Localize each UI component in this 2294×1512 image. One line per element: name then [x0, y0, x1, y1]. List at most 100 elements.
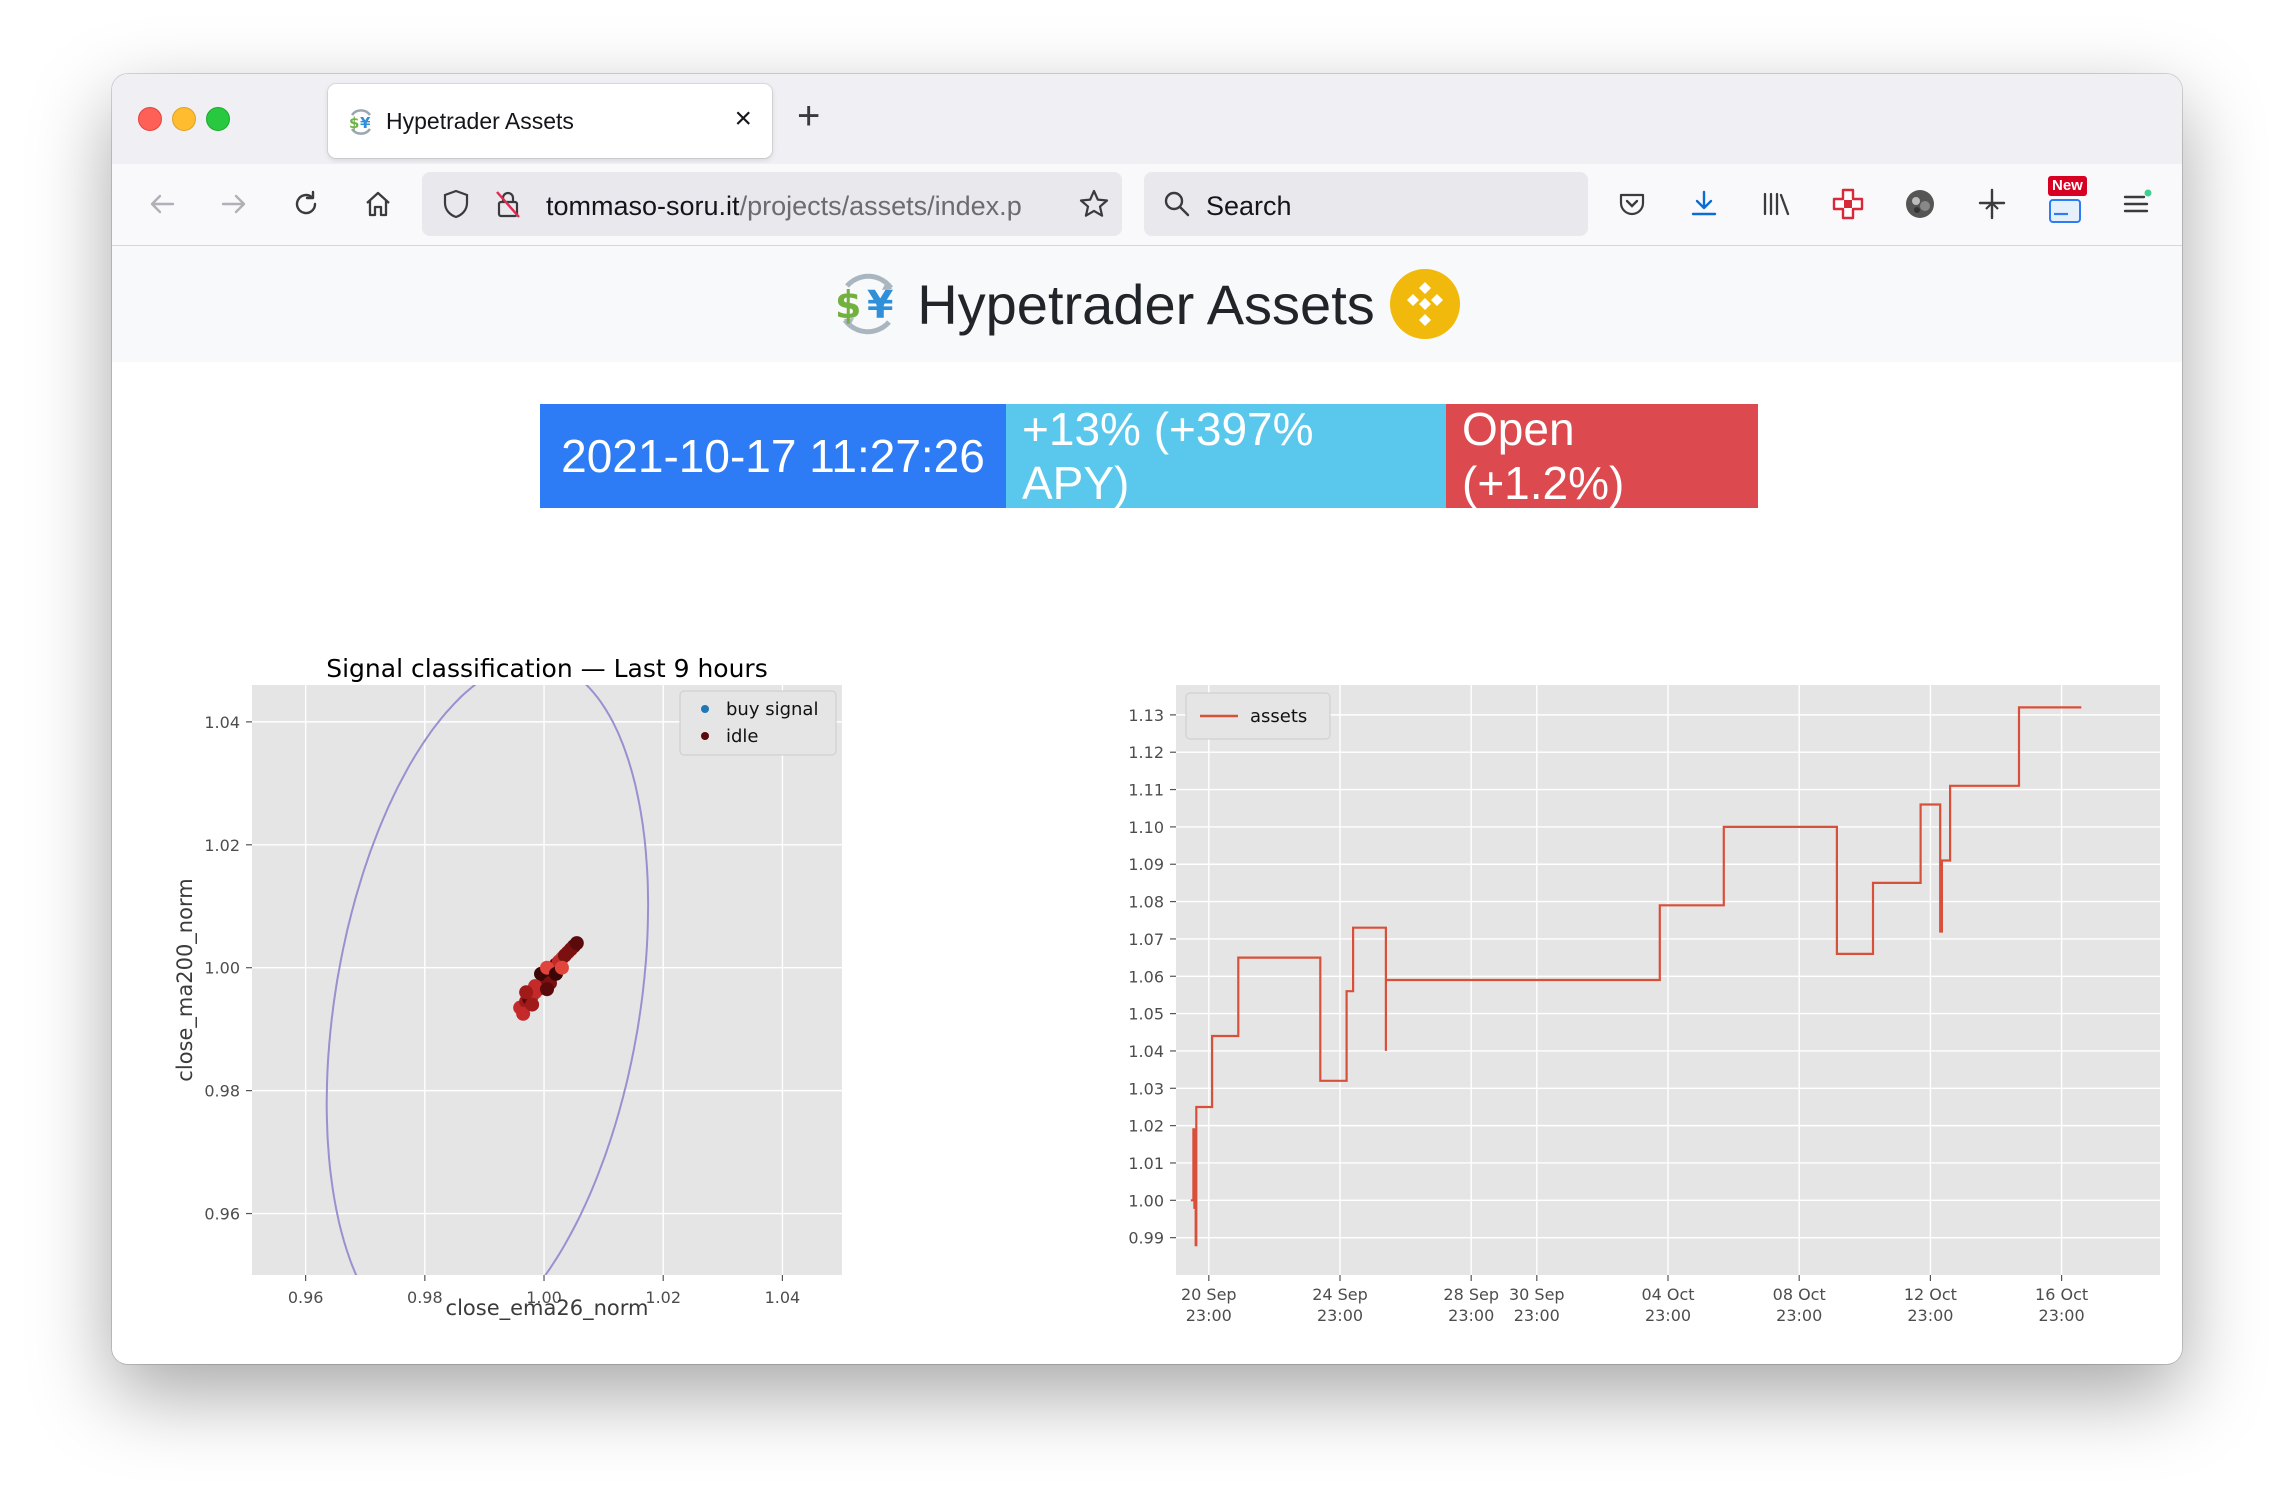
scatter-point-idle — [519, 985, 534, 1000]
x-tick-sublabel: 23:00 — [1448, 1306, 1494, 1321]
x-tick-label: 20 Sep — [1181, 1285, 1237, 1304]
window-maximize-button[interactable] — [206, 107, 230, 131]
legend-label-assets: assets — [1250, 706, 1307, 727]
y-tick-label: 1.02 — [204, 836, 240, 855]
x-tick-sublabel: 23:00 — [1907, 1306, 1953, 1321]
binance-logo-icon — [1389, 269, 1460, 339]
x-tick-sublabel: 23:00 — [1186, 1306, 1232, 1321]
scatter-legend: buy signal idle — [679, 690, 837, 756]
x-tick-sublabel: 23:00 — [1645, 1306, 1691, 1321]
tab-hypetrader-assets[interactable]: $ ¥ Hypetrader Assets × — [328, 84, 772, 158]
legend-marker-idle — [701, 732, 709, 740]
y-tick-label: 0.98 — [204, 1082, 240, 1101]
gain-badge: +13% (+397% APY) — [1006, 403, 1446, 509]
account-avatar-button[interactable] — [1898, 182, 1942, 226]
red-cross-extension-icon — [1832, 188, 1864, 220]
stats-bar: 2021-10-17 11:27:26 +13% (+397% APY) Ope… — [540, 403, 1758, 509]
y-tick-label: 1.08 — [1128, 893, 1164, 912]
bookmark-star-icon[interactable] — [1078, 188, 1110, 220]
scatter-point-idle — [569, 936, 584, 951]
x-tick-label: 24 Sep — [1312, 1285, 1368, 1304]
insecure-lock-icon[interactable] — [492, 188, 524, 220]
svg-text:¥: ¥ — [360, 114, 371, 132]
currency-exchange-icon: $ ¥ — [349, 109, 372, 135]
svg-text:¥: ¥ — [867, 283, 893, 327]
arrow-right-icon — [221, 194, 246, 214]
window-minimize-button[interactable] — [172, 107, 196, 131]
y-tick-label: 1.00 — [1128, 1191, 1164, 1210]
legend-label-idle: idle — [726, 726, 759, 747]
forward-button[interactable] — [212, 182, 256, 226]
y-tick-label: 1.09 — [1128, 855, 1164, 874]
arrow-left-icon — [150, 194, 175, 214]
pin-extension-button[interactable] — [1970, 182, 2014, 226]
url-host: tommaso-soru.it — [546, 191, 740, 221]
y-tick-label: 1.13 — [1128, 706, 1164, 725]
shield-icon[interactable] — [440, 188, 472, 220]
tab-strip: $ ¥ Hypetrader Assets × + — [112, 74, 2182, 164]
x-tick-sublabel: 23:00 — [1317, 1306, 1363, 1321]
window-close-button[interactable] — [138, 107, 162, 131]
y-tick-label: 1.01 — [1128, 1154, 1164, 1173]
downloads-button[interactable] — [1682, 182, 1726, 226]
x-tick-label: 0.96 — [288, 1288, 324, 1307]
y-tick-label: 1.10 — [1128, 818, 1164, 837]
reload-button[interactable] — [284, 182, 328, 226]
new-tab-button[interactable]: + — [797, 96, 820, 136]
x-tick-label: 28 Sep — [1443, 1285, 1499, 1304]
navigation-bar: tommaso-soru.it/projects/assets/index.p … — [112, 164, 2182, 246]
x-axis-label: close_ema26_norm — [446, 1296, 649, 1321]
home-button[interactable] — [356, 182, 400, 226]
download-icon — [1691, 190, 1717, 216]
search-bar[interactable]: Search — [1144, 172, 1588, 236]
position-status-badge: Open (+1.2%) — [1446, 403, 1758, 509]
x-tick-label: 04 Oct — [1641, 1285, 1694, 1304]
x-tick-label: 08 Oct — [1773, 1285, 1826, 1304]
y-tick-label: 1.00 — [204, 959, 240, 978]
scatter-point-idle — [540, 982, 554, 997]
x-tick-sublabel: 23:00 — [2039, 1306, 2085, 1321]
browser-window: $ ¥ Hypetrader Assets × + tommaso-soru.i… — [112, 74, 2182, 1364]
url-path: /projects/assets/index.p — [739, 191, 1022, 221]
x-tick-label: 30 Sep — [1509, 1285, 1565, 1304]
y-axis-label: close_ma200_norm — [173, 878, 198, 1081]
y-tick-label: 0.96 — [204, 1205, 240, 1224]
extension-button[interactable] — [1826, 182, 1870, 226]
x-tick-sublabel: 23:00 — [1776, 1306, 1822, 1321]
y-tick-label: 1.03 — [1128, 1079, 1164, 1098]
pocket-button[interactable] — [1610, 182, 1654, 226]
search-icon — [1164, 191, 1190, 217]
chart-title: Signal classification — Last 9 hours — [326, 654, 768, 683]
y-tick-label: 0.99 — [1128, 1229, 1164, 1248]
y-tick-label: 1.07 — [1128, 930, 1164, 949]
page-title: Hypetrader Assets — [917, 272, 1375, 336]
y-tick-label: 1.12 — [1128, 743, 1164, 762]
home-icon — [366, 191, 390, 217]
timestamp-badge: 2021-10-17 11:27:26 — [540, 404, 1006, 508]
y-tick-label: 1.02 — [1128, 1117, 1164, 1136]
avatar-icon — [1906, 190, 1934, 218]
currency-exchange-icon: $ ¥ — [835, 273, 894, 335]
menu-button[interactable] — [2114, 182, 2158, 226]
site-header: $ ¥ Hypetrader Assets — [112, 246, 2182, 362]
reload-icon — [295, 190, 317, 215]
y-tick-label: 1.06 — [1128, 967, 1164, 986]
url-bar[interactable]: tommaso-soru.it/projects/assets/index.p — [422, 172, 1122, 236]
legend-label-buy-signal: buy signal — [726, 699, 818, 720]
svg-text:$: $ — [349, 114, 359, 132]
tab-close-icon[interactable]: × — [734, 102, 752, 136]
library-button[interactable] — [1754, 182, 1798, 226]
y-tick-label: 1.11 — [1128, 781, 1164, 800]
url-text[interactable]: tommaso-soru.it/projects/assets/index.p — [546, 191, 1046, 222]
y-tick-label: 1.05 — [1128, 1005, 1164, 1024]
pin-icon — [1978, 188, 2006, 220]
legend-marker-buy-signal — [701, 705, 709, 713]
assets-chart: 20 Sep 23:00 24 Sep 23:00 28 Sep 23:00 30 Sep 2… — [1128, 685, 2160, 1321]
back-button[interactable] — [140, 182, 184, 226]
assets-legend: assets — [1185, 692, 1331, 740]
scatter-point-idle — [525, 997, 540, 1012]
svg-text:$: $ — [835, 283, 861, 327]
whats-new-button[interactable]: New — [2042, 176, 2087, 226]
x-tick-label: 12 Oct — [1904, 1285, 1957, 1304]
x-tick-label: 1.04 — [765, 1288, 801, 1307]
